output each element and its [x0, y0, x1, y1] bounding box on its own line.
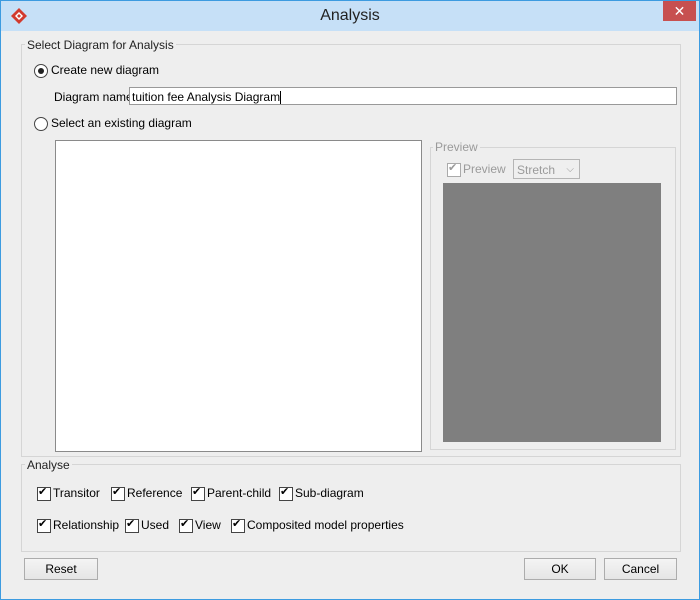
sub-diagram-label[interactable]: Sub-diagram [295, 486, 364, 500]
ok-button[interactable]: OK [524, 558, 596, 580]
diagram-name-input[interactable]: tuition fee Analysis Diagram [129, 87, 677, 105]
preview-scale-select[interactable]: Stretch ⌵ [513, 159, 580, 179]
chevron-down-icon: ⌵ [566, 164, 574, 175]
sub-diagram-checkbox[interactable] [279, 485, 293, 501]
composited-model-properties-checkbox[interactable] [231, 517, 245, 533]
view-label[interactable]: View [195, 518, 221, 532]
create-new-diagram-radio[interactable] [34, 64, 48, 78]
reference-checkbox[interactable] [111, 485, 125, 501]
close-icon: ✕ [673, 3, 686, 19]
diagram-name-value: tuition fee Analysis Diagram [132, 90, 281, 104]
preview-scale-value: Stretch [517, 163, 556, 177]
parent-child-label[interactable]: Parent-child [207, 486, 271, 500]
composited-model-properties-label[interactable]: Composited model properties [247, 518, 404, 532]
close-button[interactable]: ✕ [663, 1, 696, 21]
cancel-button[interactable]: Cancel [604, 558, 677, 580]
text-caret [280, 91, 282, 104]
select-diagram-group-title: Select Diagram for Analysis [25, 38, 176, 52]
preview-canvas [443, 183, 661, 442]
window-title: Analysis [320, 7, 380, 24]
relationship-checkbox[interactable] [37, 517, 51, 533]
reference-label[interactable]: Reference [127, 486, 182, 500]
analyse-group-title: Analyse [25, 458, 72, 472]
relationship-label[interactable]: Relationship [53, 518, 119, 532]
diagram-name-label: Diagram name: [54, 90, 137, 104]
preview-checkbox-label[interactable]: Preview [463, 162, 506, 176]
select-existing-diagram-radio[interactable] [34, 117, 48, 131]
create-new-diagram-label[interactable]: Create new diagram [51, 63, 159, 77]
title-bar: Analysis ✕ [1, 1, 699, 31]
parent-child-checkbox[interactable] [191, 485, 205, 501]
analyse-group [21, 464, 681, 552]
preview-group-title: Preview [433, 140, 480, 154]
view-checkbox[interactable] [179, 517, 193, 533]
transitor-label[interactable]: Transitor [53, 486, 100, 500]
select-existing-diagram-label[interactable]: Select an existing diagram [51, 116, 192, 130]
preview-checkbox[interactable] [447, 161, 461, 177]
transitor-checkbox[interactable] [37, 485, 51, 501]
existing-diagram-list[interactable] [55, 140, 422, 452]
reset-button[interactable]: Reset [24, 558, 98, 580]
analysis-dialog: Analysis ✕ Select Diagram for Analysis C… [0, 0, 700, 600]
used-label[interactable]: Used [141, 518, 169, 532]
used-checkbox[interactable] [125, 517, 139, 533]
